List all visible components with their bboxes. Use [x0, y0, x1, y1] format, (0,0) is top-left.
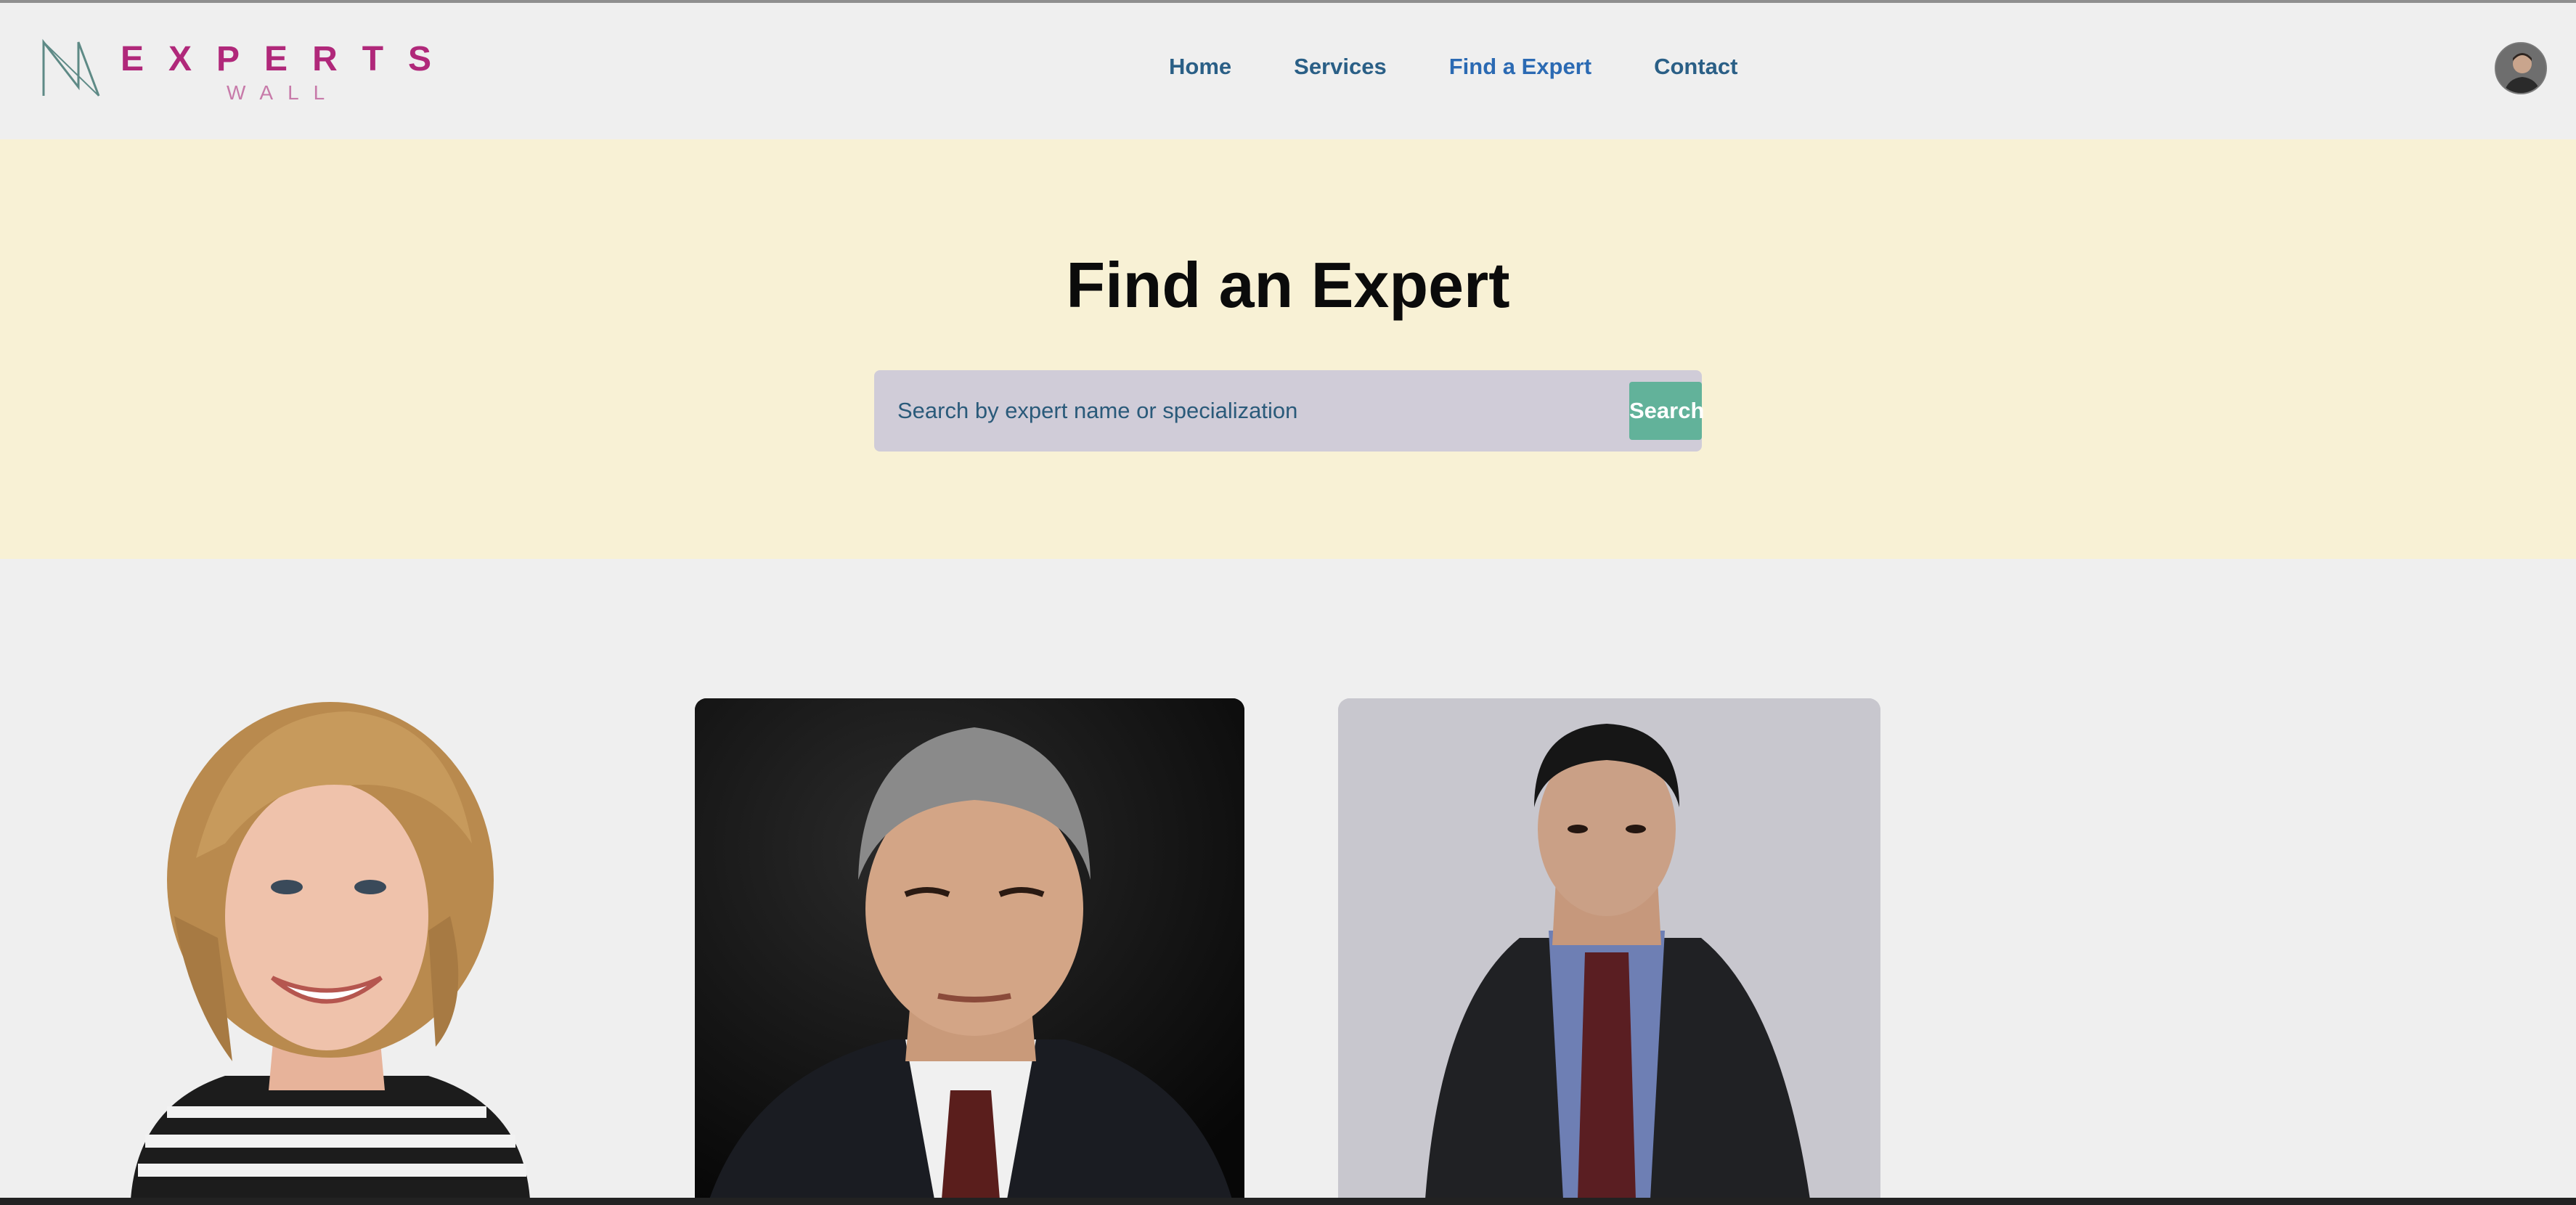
browser-viewport: EXPERTS WALL Home Services Find a Expert…	[0, 0, 2576, 1198]
main-navigation: Home Services Find a Expert Contact	[1169, 54, 1737, 89]
user-avatar-icon	[2496, 44, 2546, 93]
expert-photo-man-suit	[1338, 698, 1880, 1198]
page-title: Find an Expert	[1066, 249, 1510, 321]
nav-find-expert-link[interactable]: Find a Expert	[1449, 54, 1591, 89]
user-avatar[interactable]	[2495, 42, 2547, 94]
search-input[interactable]	[874, 370, 1629, 452]
nav-services-link[interactable]: Services	[1294, 54, 1387, 89]
expert-photo-older-man	[695, 698, 1244, 1198]
nav-contact-link[interactable]: Contact	[1654, 54, 1737, 89]
site-header: EXPERTS WALL Home Services Find a Expert…	[0, 3, 2576, 139]
expert-card-3-photo[interactable]	[1338, 698, 1880, 1198]
logo-mark-icon	[42, 38, 100, 97]
logo-subtitle: WALL	[227, 81, 340, 104]
nav-home-link[interactable]: Home	[1169, 54, 1231, 89]
hero-section: Find an Expert Search	[0, 139, 2576, 559]
expert-photo-woman	[109, 698, 545, 1198]
expert-card-1-photo[interactable]	[109, 698, 545, 1198]
search-bar: Search	[874, 370, 1704, 452]
expert-card-2-photo[interactable]	[695, 698, 1244, 1198]
logo-wordmark: EXPERTS	[121, 40, 457, 78]
search-button[interactable]: Search	[1629, 382, 1704, 440]
experts-wall-logo[interactable]: EXPERTS WALL	[41, 35, 447, 107]
bottom-bar	[0, 1198, 2576, 1205]
